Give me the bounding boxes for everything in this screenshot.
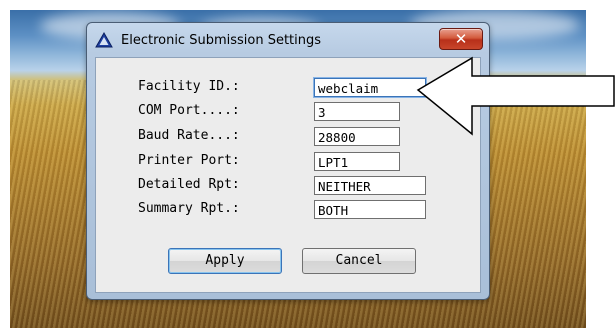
baud-rate-input[interactable]: 28800 xyxy=(314,127,400,146)
baud-rate-label: Baud Rate...: xyxy=(138,128,240,143)
facility-id-input[interactable]: webclaim xyxy=(314,78,426,97)
summary-rpt-label: Summary Rpt.: xyxy=(138,201,240,216)
apply-button[interactable]: Apply xyxy=(168,248,282,274)
close-button[interactable]: ✕ xyxy=(439,28,483,50)
printer-port-input[interactable]: LPT1 xyxy=(314,152,400,171)
window-title: Electronic Submission Settings xyxy=(121,33,322,48)
detailed-rpt-input[interactable]: NEITHER xyxy=(314,176,426,195)
printer-port-label: Printer Port: xyxy=(138,153,240,168)
warning-triangle-icon xyxy=(95,32,113,48)
arrow-left-icon xyxy=(416,56,615,136)
close-icon: ✕ xyxy=(454,30,468,48)
com-port-input[interactable]: 3 xyxy=(314,102,400,121)
facility-id-label: Facility ID.: xyxy=(138,79,240,94)
cancel-button[interactable]: Cancel xyxy=(302,248,416,274)
summary-rpt-input[interactable]: BOTH xyxy=(314,200,426,219)
com-port-label: COM Port....: xyxy=(138,103,240,118)
title-bar[interactable]: Electronic Submission Settings ✕ xyxy=(87,23,489,57)
detailed-rpt-label: Detailed Rpt: xyxy=(138,177,240,192)
